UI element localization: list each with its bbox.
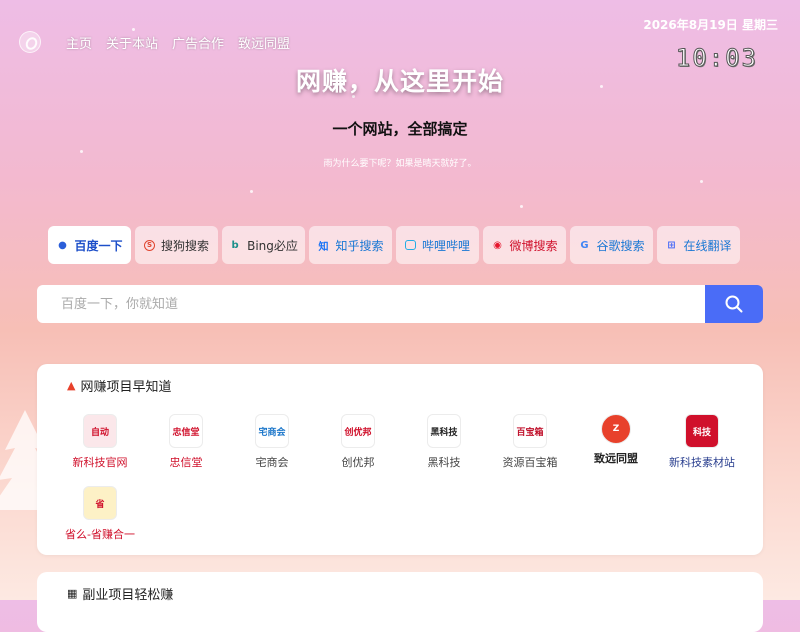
site-logo: 自动 (83, 414, 117, 448)
tab-translate[interactable]: ⊞ 在线翻译 (657, 226, 740, 264)
site-logo-icon[interactable] (19, 31, 41, 53)
nav-home[interactable]: 主页 (66, 33, 92, 52)
site-logo: 忠信堂 (169, 414, 203, 448)
zhihu-icon: 知 (318, 241, 329, 253)
tab-label: 谷歌搜索 (596, 238, 645, 253)
search-engine-tabs: ● 百度一下 S 搜狗搜索 b Bing必应 知 知乎搜索 哔哩哔哩 ◉ 微博搜… (48, 226, 740, 264)
section-card-side: ▦ 副业项目轻松赚 (37, 572, 763, 632)
site-label: 新科技素材站 (669, 456, 735, 469)
site-label: 新科技官网 (72, 456, 128, 469)
hero-note: 雨为什么要下呢？如果是晴天就好了。 (323, 159, 477, 169)
site-logo: 百宝箱 (513, 414, 547, 448)
paw-icon: ● (58, 239, 67, 251)
site-label: 黑科技 (427, 456, 461, 469)
weibo-icon: ◉ (493, 239, 502, 251)
site-logo: 黑科技 (427, 414, 461, 448)
site-link[interactable]: 忠信堂 忠信堂 (143, 414, 229, 470)
site-link[interactable]: 自动 新科技官网 (57, 414, 143, 470)
site-link[interactable]: 宅商会 宅商会 (229, 414, 315, 470)
tab-label: 哔哩哔哩 (421, 238, 470, 253)
tab-weibo[interactable]: ◉ 微博搜索 (483, 226, 566, 264)
sogou-icon: S (143, 239, 155, 251)
tab-label: 知乎搜索 (335, 238, 384, 253)
site-link[interactable]: 百宝箱 资源百宝箱 (487, 414, 573, 470)
site-link[interactable]: 黑科技 黑科技 (401, 414, 487, 470)
hero-title: 网赚，从这里开始 (295, 67, 504, 96)
nav-alliance[interactable]: 致远同盟 (238, 33, 290, 52)
site-logo: 省 (83, 486, 117, 520)
site-link[interactable]: 科技 新科技素材站 (659, 414, 745, 470)
site-link[interactable]: 省 省么-省赚合一 (57, 486, 143, 542)
nav-ads[interactable]: 广告合作 (172, 33, 224, 52)
site-label: 省么-省赚合一 (65, 528, 135, 541)
nav-about[interactable]: 关于本站 (106, 33, 158, 52)
tab-baidu[interactable]: ● 百度一下 (48, 226, 131, 264)
search-bar (37, 285, 763, 323)
site-logo: 宅商会 (255, 414, 289, 448)
tab-zhihu[interactable]: 知 知乎搜索 (309, 226, 392, 264)
hero-subtitle: 一个网站，全部搞定 (332, 120, 468, 138)
bing-icon: b (231, 239, 239, 251)
tab-label: 搜狗搜索 (160, 238, 209, 253)
site-logo: Z (601, 414, 631, 444)
bilibili-icon (404, 240, 416, 250)
section-title: ▲ 网赚项目早知道 (67, 379, 172, 395)
site-label: 宅商会 (255, 456, 289, 469)
translate-icon: ⊞ (667, 239, 676, 251)
site-link[interactable]: Z 致远同盟 (573, 414, 659, 466)
grid-icon: ▦ (67, 587, 78, 600)
google-icon: G (580, 239, 589, 251)
tab-google[interactable]: G 谷歌搜索 (570, 226, 653, 264)
tab-label: 在线翻译 (683, 238, 732, 253)
section-title: ▦ 副业项目轻松赚 (67, 587, 174, 603)
site-label: 创优邦 (341, 456, 375, 469)
search-icon (725, 295, 743, 313)
date-display: 2026年8月19日 星期三 (643, 18, 778, 32)
site-label: 资源百宝箱 (502, 456, 558, 469)
search-button[interactable] (705, 285, 763, 323)
tab-label: 百度一下 (74, 238, 123, 253)
tab-bilibili[interactable]: 哔哩哔哩 (396, 226, 479, 264)
search-input[interactable] (37, 285, 705, 323)
tab-label: 微博搜索 (509, 238, 558, 253)
fire-icon: ▲ (67, 379, 76, 392)
site-link[interactable]: 创优邦 创优邦 (315, 414, 401, 470)
tab-label: Bing必应 (247, 238, 298, 253)
tab-bing[interactable]: b Bing必应 (222, 226, 305, 264)
site-logo: 创优邦 (341, 414, 375, 448)
site-label: 致远同盟 (594, 452, 638, 465)
top-nav: 主页 关于本站 广告合作 致远同盟 (66, 33, 290, 52)
site-label: 忠信堂 (169, 456, 203, 469)
tab-sogou[interactable]: S 搜狗搜索 (135, 226, 218, 264)
section-card-earn: ▲ 网赚项目早知道 自动 新科技官网 忠信堂 忠信堂 宅商会 宅商会 创优邦 创… (37, 364, 763, 555)
site-logo: 科技 (685, 414, 719, 448)
